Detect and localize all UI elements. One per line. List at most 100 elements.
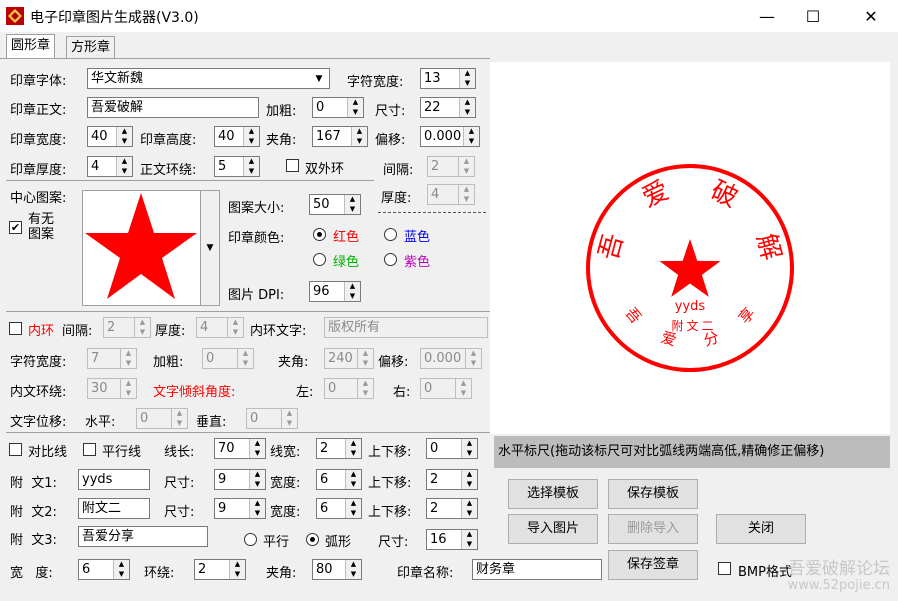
spin-up-icon[interactable]: ▲ — [114, 560, 129, 570]
spin-up-icon[interactable]: ▲ — [345, 195, 360, 205]
parallel-radio[interactable] — [244, 533, 257, 546]
save-template-button[interactable]: 保存模板 — [608, 479, 698, 509]
select-template-button[interactable]: 选择模板 — [508, 479, 598, 509]
spin-down-icon[interactable]: ▼ — [250, 449, 265, 459]
spin-down-icon[interactable]: ▼ — [346, 480, 361, 490]
spin-up-icon[interactable]: ▲ — [250, 499, 265, 509]
spin-down-icon[interactable]: ▼ — [230, 570, 245, 580]
size-stepper[interactable]: 22 ▲ ▼ — [420, 97, 476, 118]
bottom-wrap-stepper[interactable]: 2 ▲ ▼ — [194, 559, 246, 580]
spin-up-icon[interactable]: ▲ — [462, 499, 477, 509]
inner-text-input[interactable]: 版权所有 — [324, 317, 488, 338]
parallel-line-checkbox[interactable] — [83, 443, 96, 456]
spin-up-icon[interactable]: ▲ — [352, 127, 367, 137]
bottom-angle-stepper[interactable]: 80 ▲ ▼ — [312, 559, 362, 580]
spin-down-icon[interactable]: ▼ — [238, 359, 253, 369]
spin-down-icon[interactable]: ▼ — [135, 328, 150, 338]
offset-stepper[interactable]: 0.000 ▲ ▼ — [420, 126, 480, 147]
thick2-stepper[interactable]: 4 ▲ ▼ — [427, 184, 475, 205]
inner-wrap-stepper[interactable]: 30 ▲ ▼ — [87, 378, 137, 399]
spin-up-icon[interactable]: ▲ — [466, 349, 481, 359]
extra1-input[interactable]: yyds — [78, 469, 150, 490]
bold-stepper[interactable]: 0 ▲ ▼ — [312, 97, 364, 118]
dpi-stepper[interactable]: 96 ▲ ▼ — [309, 281, 361, 302]
double-ring-checkbox[interactable] — [286, 159, 299, 172]
spin-down-icon[interactable]: ▼ — [117, 137, 132, 147]
spin-down-icon[interactable]: ▼ — [459, 167, 474, 177]
spin-down-icon[interactable]: ▼ — [460, 108, 475, 118]
spin-up-icon[interactable]: ▲ — [121, 349, 136, 359]
h-stepper[interactable]: 0 ▲ ▼ — [136, 408, 188, 429]
spin-up-icon[interactable]: ▲ — [464, 127, 479, 137]
spin-up-icon[interactable]: ▲ — [346, 499, 361, 509]
spin-up-icon[interactable]: ▲ — [244, 157, 259, 167]
spin-up-icon[interactable]: ▲ — [121, 379, 136, 389]
contrast-line-checkbox[interactable] — [9, 443, 22, 456]
pattern-dropdown-icon[interactable]: ▼ — [200, 190, 220, 306]
spin-up-icon[interactable]: ▲ — [230, 560, 245, 570]
font-dropdown-icon[interactable]: ▼ — [310, 69, 328, 88]
spin-down-icon[interactable]: ▼ — [462, 540, 477, 550]
spin-up-icon[interactable]: ▲ — [462, 530, 477, 540]
seal-text-input[interactable]: 吾爱破解 — [87, 97, 259, 118]
extra1-shift-stepper[interactable]: 2 ▲ ▼ — [426, 469, 478, 490]
minimize-button[interactable]: — — [744, 0, 790, 32]
spin-up-icon[interactable]: ▲ — [462, 470, 477, 480]
gap-stepper[interactable]: 2 ▲ ▼ — [427, 156, 475, 177]
angle-stepper[interactable]: 167 ▲ ▼ — [312, 126, 368, 147]
spin-down-icon[interactable]: ▼ — [348, 108, 363, 118]
extra3-input[interactable]: 吾爱分享 — [78, 526, 208, 547]
spin-up-icon[interactable]: ▲ — [348, 98, 363, 108]
spin-up-icon[interactable]: ▲ — [250, 439, 265, 449]
spin-down-icon[interactable]: ▼ — [460, 79, 475, 89]
inner-offset-stepper[interactable]: 0.000 ▲ ▼ — [420, 348, 482, 369]
extra2-width-stepper[interactable]: 6 ▲ ▼ — [316, 498, 362, 519]
spin-up-icon[interactable]: ▲ — [172, 409, 187, 419]
spin-down-icon[interactable]: ▼ — [462, 449, 477, 459]
save-signature-button[interactable]: 保存签章 — [608, 550, 698, 580]
inner-gap-stepper[interactable]: 2 ▲ ▼ — [103, 317, 151, 338]
font-select[interactable]: 华文新魏 — [87, 68, 330, 89]
bottom-width-stepper[interactable]: 6 ▲ ▼ — [78, 559, 130, 580]
delete-import-button[interactable]: 删除导入 — [608, 514, 698, 544]
spin-down-icon[interactable]: ▼ — [346, 449, 361, 459]
extra3-size-stepper[interactable]: 16 ▲ ▼ — [426, 529, 478, 550]
char-width-stepper[interactable]: 13 ▲ ▼ — [420, 68, 476, 89]
pattern-size-stepper[interactable]: 50 ▲ ▼ — [309, 194, 361, 215]
spin-up-icon[interactable]: ▲ — [462, 439, 477, 449]
arc-radio[interactable] — [306, 533, 319, 546]
extra2-shift-stepper[interactable]: 2 ▲ ▼ — [426, 498, 478, 519]
spin-up-icon[interactable]: ▲ — [346, 439, 361, 449]
spin-up-icon[interactable]: ▲ — [228, 318, 243, 328]
color-red-radio[interactable] — [313, 228, 326, 241]
spin-up-icon[interactable]: ▲ — [345, 282, 360, 292]
spin-up-icon[interactable]: ▲ — [117, 157, 132, 167]
thickness-stepper[interactable]: 4 ▲ ▼ — [87, 156, 133, 177]
spin-down-icon[interactable]: ▼ — [282, 419, 297, 429]
spin-down-icon[interactable]: ▼ — [250, 480, 265, 490]
v-stepper[interactable]: 0 ▲ ▼ — [246, 408, 298, 429]
extra1-width-stepper[interactable]: 6 ▲ ▼ — [316, 469, 362, 490]
height-stepper[interactable]: 40 ▲ ▼ — [214, 126, 260, 147]
spin-down-icon[interactable]: ▼ — [466, 359, 481, 369]
spin-up-icon[interactable]: ▲ — [456, 379, 471, 389]
line-width-stepper[interactable]: 2 ▲ ▼ — [316, 438, 362, 459]
close-window-button[interactable]: ✕ — [848, 0, 894, 32]
spin-down-icon[interactable]: ▼ — [114, 570, 129, 580]
inner-ring-checkbox[interactable] — [9, 322, 22, 335]
inner-thick-stepper[interactable]: 4 ▲ ▼ — [196, 317, 244, 338]
color-blue-radio[interactable] — [384, 228, 397, 241]
right-stepper[interactable]: 0 ▲ ▼ — [420, 378, 472, 399]
spin-up-icon[interactable]: ▲ — [460, 98, 475, 108]
inner-angle-stepper[interactable]: 240 ▲ ▼ — [324, 348, 374, 369]
has-pattern-checkbox[interactable]: ✔ — [9, 221, 22, 234]
spin-down-icon[interactable]: ▼ — [358, 359, 373, 369]
spin-up-icon[interactable]: ▲ — [238, 349, 253, 359]
spin-down-icon[interactable]: ▼ — [358, 389, 373, 399]
spin-down-icon[interactable]: ▼ — [121, 359, 136, 369]
spin-down-icon[interactable]: ▼ — [345, 292, 360, 302]
spin-down-icon[interactable]: ▼ — [464, 137, 479, 147]
spin-down-icon[interactable]: ▼ — [345, 205, 360, 215]
tab-square-seal[interactable]: 方形章 — [66, 36, 116, 59]
width-stepper[interactable]: 40 ▲ ▼ — [87, 126, 133, 147]
